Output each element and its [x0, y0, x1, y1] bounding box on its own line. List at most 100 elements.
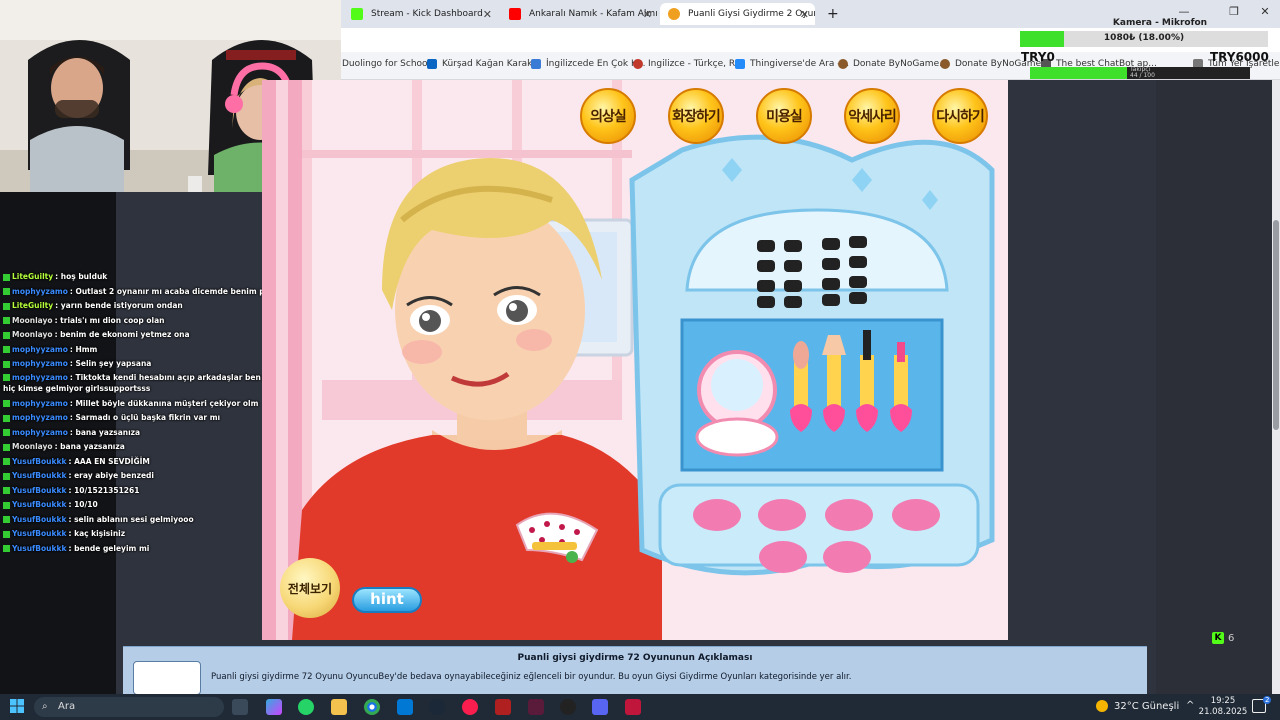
sun-icon	[1096, 700, 1108, 712]
camera-label: Kamera - Mikrofon	[1112, 18, 1208, 28]
bookmark[interactable]: Kürşad Kağan Karak...	[427, 59, 541, 69]
chat-username[interactable]: YusufBoukkk	[12, 500, 66, 509]
chat-username[interactable]: Moonlayo	[12, 316, 53, 325]
goal-min-label: TRY0	[1021, 50, 1055, 64]
game-scene	[262, 80, 1008, 640]
chat-username[interactable]: mophyyzamo	[12, 399, 68, 408]
app-icon[interactable]	[528, 699, 544, 715]
outlook-icon[interactable]	[397, 699, 413, 715]
chat-username[interactable]: mophyyzamo	[12, 287, 68, 296]
goal-max-label: TRY6000	[1210, 50, 1269, 64]
taskbar: ⌕ Ara 32°C Güneşli ^ 19:25 21.08.2025 2	[0, 694, 1280, 720]
bookmark[interactable]: Duolingo for Schools	[342, 59, 435, 69]
chat-text: : bana yazsanıza	[69, 427, 141, 437]
minimize-icon[interactable]: —	[1175, 5, 1193, 18]
close-icon[interactable]: ✕	[643, 8, 652, 21]
chat-text: : 10/1521351261	[68, 485, 140, 495]
app-icon[interactable]	[592, 699, 608, 715]
chat-username[interactable]: LiteGuilty	[12, 301, 53, 310]
chrome-icon[interactable]	[364, 699, 380, 715]
file-explorer-icon[interactable]	[331, 699, 347, 715]
kick-icon: K	[1212, 632, 1224, 644]
menu-makeup-button[interactable]: 화장하기	[668, 88, 724, 144]
search-placeholder: Ara	[58, 701, 76, 712]
chat-badge-icon	[3, 545, 10, 552]
chat-username[interactable]: mophyyzamo	[12, 359, 68, 368]
chat-text: : eray abiye benzedi	[68, 471, 154, 480]
weather-widget[interactable]: 32°C Güneşli	[1096, 700, 1179, 712]
bookmark[interactable]: Donate ByNoGame...	[838, 59, 948, 69]
app-icon[interactable]	[625, 699, 641, 715]
chat-username[interactable]: YusufBoukkk	[12, 486, 66, 495]
chat-username[interactable]: Moonlayo	[12, 442, 53, 451]
chat-username[interactable]: Moonlayo	[12, 330, 53, 339]
game-description-panel: Puanli giysi giydirme 72 Oyununun Açıkla…	[123, 646, 1147, 695]
taskbar-clock[interactable]: 19:25 21.08.2025	[1198, 696, 1248, 718]
fullview-button[interactable]: 전체보기	[280, 558, 340, 618]
app-icon[interactable]	[560, 699, 576, 715]
kick-icon	[351, 8, 363, 20]
chat-badge-icon	[3, 317, 10, 324]
chat-badge-icon	[3, 374, 10, 381]
task-view-icon[interactable]	[232, 699, 248, 715]
chat-username[interactable]: mophyyzamo	[12, 345, 68, 354]
scrollbar-thumb[interactable]	[1273, 220, 1279, 430]
steam-icon[interactable]	[429, 699, 445, 715]
copilot-icon[interactable]	[266, 699, 282, 715]
chat-username[interactable]: YusufBoukkk	[12, 515, 66, 524]
maximize-icon[interactable]: ❐	[1225, 5, 1243, 18]
bookmark[interactable]: Thingiverse'de Ara -...	[735, 59, 849, 69]
chat-username[interactable]: YusufBoukkk	[12, 544, 66, 553]
menu-accessories-button[interactable]: 악세사리	[844, 88, 900, 144]
chat-badge-icon	[3, 288, 10, 295]
chat-text: : kaç kişisiniz	[68, 529, 126, 538]
menu-wardrobe-button[interactable]: 의상실	[580, 88, 636, 144]
game-canvas[interactable]: 의상실 화장하기 미용실 악세사리 다시하기 전체보기 hint	[262, 80, 1008, 640]
close-icon[interactable]: ✕	[800, 8, 809, 21]
chat-username[interactable]: mophyyzamo	[12, 413, 68, 422]
chevron-up-icon[interactable]: ^	[1186, 700, 1194, 711]
menu-hair-salon-button[interactable]: 미용실	[756, 88, 812, 144]
windows-start-icon[interactable]	[10, 699, 24, 713]
bookmark[interactable]: İngilizcede En Çok K...	[531, 59, 646, 69]
taskbar-search-input[interactable]: ⌕ Ara	[34, 697, 224, 717]
clock-time: 19:25	[1210, 696, 1236, 706]
new-tab-button[interactable]: +	[819, 3, 839, 25]
follower-goal-fill	[1030, 67, 1127, 79]
tab-youtube[interactable]: Ankaralı Namık - Kafam Almıyor ✕	[501, 3, 658, 25]
menu-restart-button[interactable]: 다시하기	[932, 88, 988, 144]
game-thumbnail[interactable]	[133, 661, 201, 695]
close-window-icon[interactable]: ✕	[1256, 5, 1274, 18]
tab-kick-dashboard[interactable]: Stream - Kick Dashboard ✕	[343, 3, 498, 25]
chat-text: : AAA EN SEVDİĞİM	[68, 456, 150, 466]
chat-badge-icon	[3, 487, 10, 494]
viewer-count: 6	[1228, 632, 1235, 644]
tab-label: Ankaralı Namık - Kafam Almıyor	[529, 9, 658, 19]
hint-button[interactable]: hint	[352, 587, 422, 613]
chat-username[interactable]: mophyyzamo	[12, 373, 68, 382]
chat-badge-icon	[3, 458, 10, 465]
chat-badge-icon	[3, 400, 10, 407]
whatsapp-icon[interactable]	[298, 699, 314, 715]
close-icon[interactable]: ✕	[483, 8, 492, 21]
chat-text: : bana yazsanıza	[54, 442, 125, 451]
chat-username[interactable]: YusufBoukkk	[12, 457, 66, 466]
youtube-icon	[509, 8, 521, 20]
app-icon[interactable]	[495, 699, 511, 715]
chat-badge-icon	[3, 346, 10, 353]
chat-badge-icon	[3, 472, 10, 480]
notification-count: 2	[1263, 696, 1272, 704]
chat-username[interactable]: mophyyzamo	[12, 428, 68, 437]
tab-game[interactable]: Puanli Giysi Giydirme 2 Oyunu ✕	[660, 3, 815, 25]
game-site-icon	[668, 8, 680, 20]
chat-text: : selin ablanın sesi gelmiyooo	[68, 514, 194, 524]
chat-username[interactable]: YusufBoukkk	[12, 471, 66, 480]
clock-date: 21.08.2025	[1198, 707, 1248, 717]
chat-username[interactable]: YusufBoukkk	[12, 529, 66, 538]
follower-goal-bar: Takipçi 44 / 100	[1030, 67, 1250, 79]
chat-username[interactable]: LiteGuilty	[12, 272, 53, 281]
chat-text: : trials'ı mı dion coop olan	[54, 315, 165, 325]
chat-text: : bende geleyim mi	[68, 543, 150, 553]
opera-icon[interactable]	[462, 699, 478, 715]
bookmark[interactable]: Ingilizce - Türkçe, R...	[633, 59, 743, 69]
